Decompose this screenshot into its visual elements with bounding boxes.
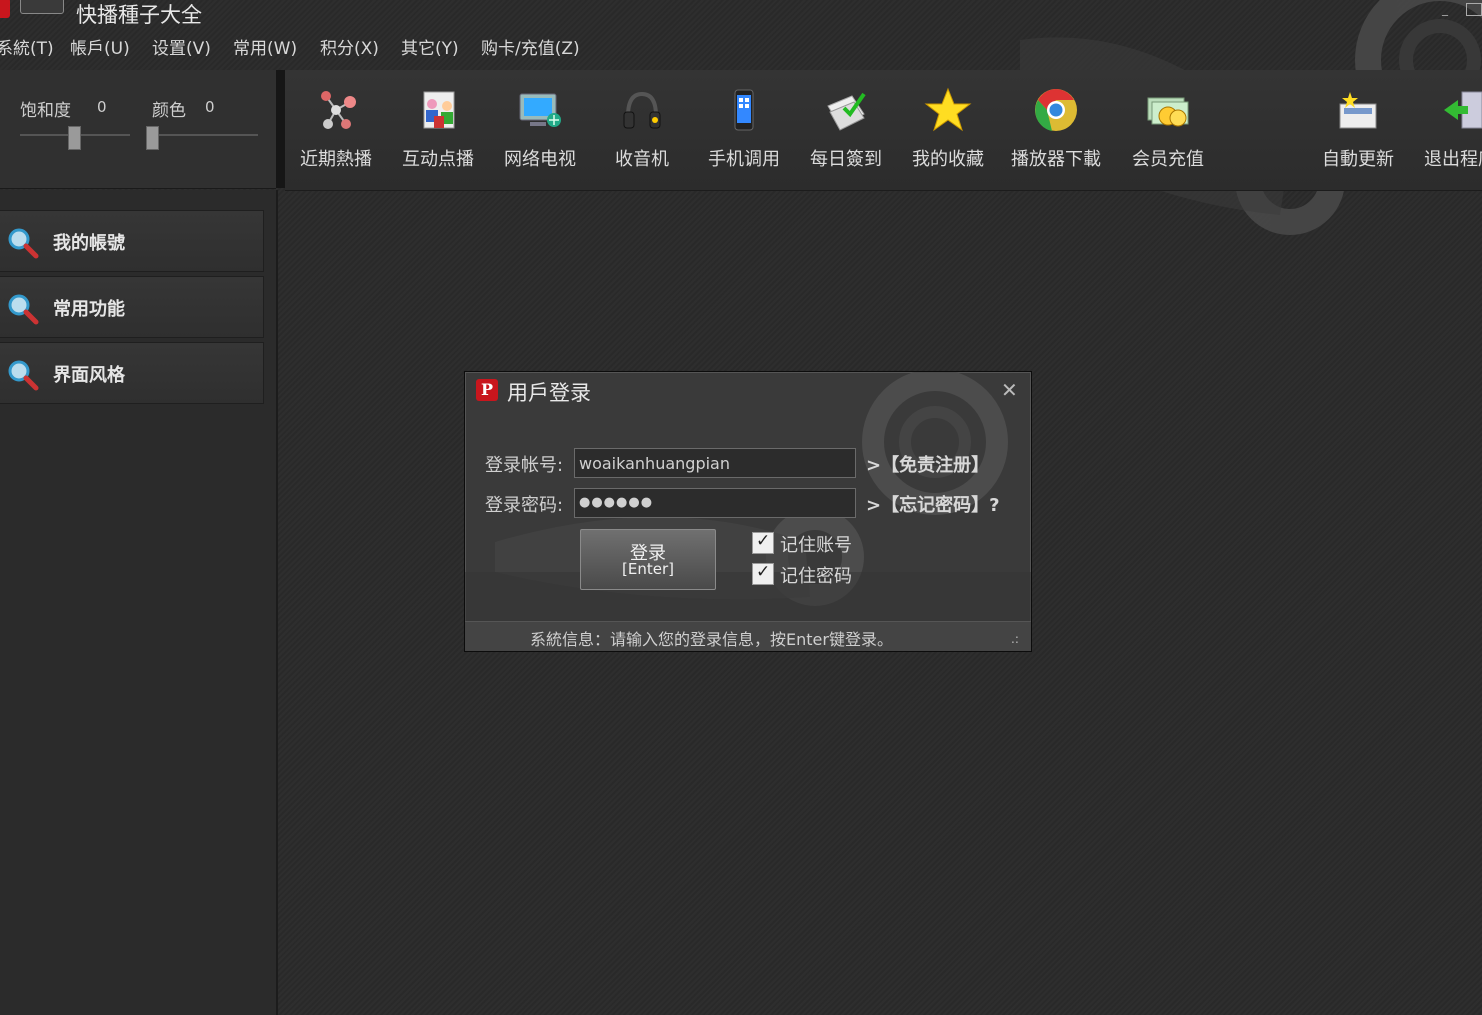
login-button-shortcut: [Enter]	[622, 560, 674, 578]
account-input[interactable]	[574, 448, 856, 478]
saturation-value: 0	[97, 98, 107, 116]
exit-icon	[1444, 91, 1482, 129]
search-icon	[8, 294, 39, 325]
saturation-slider-thumb[interactable]	[68, 126, 81, 150]
color-slider-thumb[interactable]	[146, 126, 159, 150]
chrome-icon	[1035, 89, 1077, 131]
password-input[interactable]: ●●●●●●	[574, 488, 856, 518]
coins-icon	[1147, 97, 1189, 127]
close-icon[interactable]: ✕	[1001, 378, 1018, 402]
menu-account[interactable]: 帳戶(U)	[70, 34, 130, 59]
adjust-panel: 饱和度 0 颜色 0	[0, 70, 276, 189]
tool-interactive-vod[interactable]: 互动点播	[388, 70, 488, 190]
update-icon	[1339, 92, 1377, 129]
tool-favorites[interactable]: 我的收藏	[898, 70, 998, 190]
account-label: 登录帐号:	[485, 455, 564, 476]
remember-account-label: 记住账号	[780, 535, 852, 556]
remember-account-checkbox[interactable]: ✓	[752, 531, 774, 554]
status-bar: 系統信息：请输入您的登录信息，按Enter键登录。 .:	[465, 621, 1031, 651]
remember-password-label: 记住密码	[780, 566, 852, 587]
tool-mobile[interactable]: 手机调用	[694, 70, 794, 190]
toolbar: 近期熱播 互动点播 网络电视 收音机 手机调用 每日簽到 我的收藏 播放器下載 …	[285, 70, 1482, 191]
tool-label: 会员充值	[1132, 149, 1204, 170]
login-button[interactable]: 登录 [Enter]	[580, 529, 716, 590]
sidebar-item-my-account[interactable]: 我的帳號	[0, 210, 264, 272]
sidebar-item-label: 我的帳號	[53, 233, 125, 254]
title-bar: 快播種子大全 _	[0, 0, 1482, 30]
tool-exit[interactable]: 退出程序	[1410, 70, 1482, 190]
app-title: 快播種子大全	[76, 3, 202, 27]
back-button[interactable]	[20, 0, 64, 14]
forgot-password-link[interactable]: >【忘记密码】?	[866, 491, 1000, 517]
sidebar-item-ui-style[interactable]: 界面风格	[0, 342, 264, 404]
maximize-button[interactable]	[1466, 3, 1482, 16]
tool-label: 播放器下載	[1011, 149, 1101, 170]
tool-label: 退出程序	[1424, 149, 1482, 170]
sidebar-item-common-functions[interactable]: 常用功能	[0, 276, 264, 338]
remember-password-checkbox[interactable]: ✓	[752, 562, 774, 585]
checkin-icon	[827, 92, 866, 131]
tv-icon	[519, 93, 561, 127]
phone-icon	[734, 89, 754, 131]
headphones-icon	[623, 91, 661, 129]
tool-member-recharge[interactable]: 会员充值	[1118, 70, 1218, 190]
menu-system[interactable]: 系統(T)	[0, 34, 54, 59]
menu-other[interactable]: 其它(Y)	[401, 34, 459, 59]
login-dialog: P 用戶登录 ✕ 登录帐号: >【免责注册】 登录密码: ●●●●●● >【忘记…	[464, 371, 1032, 652]
tool-recent-hot[interactable]: 近期熱播	[286, 70, 386, 190]
minimize-button[interactable]: _	[1442, 2, 1448, 16]
check-icon: ✓	[756, 562, 771, 582]
resize-grip-icon[interactable]: .:	[1011, 632, 1019, 646]
saturation-label: 饱和度	[20, 101, 71, 121]
password-label: 登录密码:	[485, 495, 564, 516]
tool-network-tv[interactable]: 网络电视	[490, 70, 590, 190]
tool-radio[interactable]: 收音机	[592, 70, 692, 190]
star-icon	[924, 87, 972, 132]
users-icon	[423, 91, 455, 129]
sidebar: 我的帳號 常用功能 界面风格	[0, 190, 278, 1015]
tool-player-download[interactable]: 播放器下載	[1006, 70, 1106, 190]
color-value: 0	[205, 98, 215, 116]
dialog-title: 用戶登录	[507, 381, 591, 405]
tool-auto-update[interactable]: 自動更新	[1308, 70, 1408, 190]
molecule-icon	[321, 91, 356, 129]
menu-common[interactable]: 常用(W)	[233, 34, 297, 59]
check-icon: ✓	[756, 531, 771, 551]
register-link[interactable]: >【免责注册】	[866, 451, 989, 477]
menu-recharge[interactable]: 购卡/充值(Z)	[481, 34, 580, 59]
tool-label: 我的收藏	[912, 149, 984, 170]
color-slider-track[interactable]	[148, 134, 258, 136]
sidebar-item-label: 界面风格	[53, 365, 125, 386]
app-icon	[0, 0, 10, 18]
menu-settings[interactable]: 设置(V)	[152, 34, 211, 59]
tool-label: 自動更新	[1322, 149, 1394, 170]
menu-points[interactable]: 积分(X)	[320, 34, 379, 59]
status-text: 系統信息：请输入您的登录信息，按Enter键登录。	[530, 630, 893, 649]
search-icon	[8, 228, 39, 259]
dialog-app-icon: P	[476, 379, 498, 401]
search-icon	[8, 360, 39, 391]
color-label: 颜色	[152, 101, 186, 121]
sidebar-item-label: 常用功能	[53, 299, 125, 320]
tool-daily-checkin[interactable]: 每日簽到	[796, 70, 896, 190]
